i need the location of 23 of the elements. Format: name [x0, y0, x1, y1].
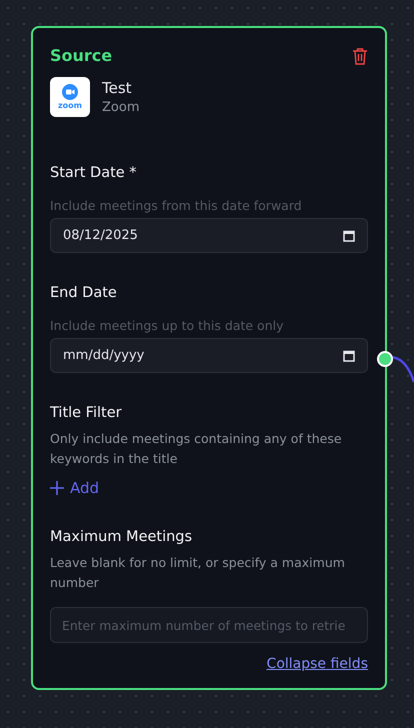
field-label: Maximum Meetings	[50, 529, 194, 545]
field-hint: Only include meetings containing any of these keywords in the title	[50, 430, 343, 468]
app-logo: zoom	[50, 77, 90, 117]
node-title: Source	[50, 46, 112, 65]
source-app: Zoom	[102, 100, 140, 115]
number-input[interactable]: Enter maximum number of meetings to retrie	[50, 607, 368, 643]
calendar-icon[interactable]	[343, 230, 355, 242]
plus-icon	[50, 481, 64, 495]
source-name: Test	[102, 79, 133, 97]
collapse-link[interactable]: Collapse fields	[266, 656, 368, 672]
calendar-icon[interactable]	[343, 350, 355, 362]
date-field[interactable]: 08/12/2025	[50, 218, 368, 253]
connection-handle[interactable]	[377, 351, 393, 367]
field-hint: Include meetings from this date forward	[50, 197, 303, 215]
field-label: End Date	[50, 285, 118, 301]
date-field[interactable]: mm/dd/yyyy	[50, 338, 368, 373]
delete-button[interactable]	[352, 46, 368, 64]
field-label: Start Date *	[50, 165, 138, 181]
field-hint: Leave blank for no limit, or specify a maximum number	[50, 554, 346, 592]
field-hint: Include meetings up to this date only	[50, 317, 284, 335]
add-button[interactable]: Add	[50, 479, 100, 497]
source-node-card[interactable]	[31, 26, 387, 690]
field-label: Title Filter	[50, 405, 123, 421]
